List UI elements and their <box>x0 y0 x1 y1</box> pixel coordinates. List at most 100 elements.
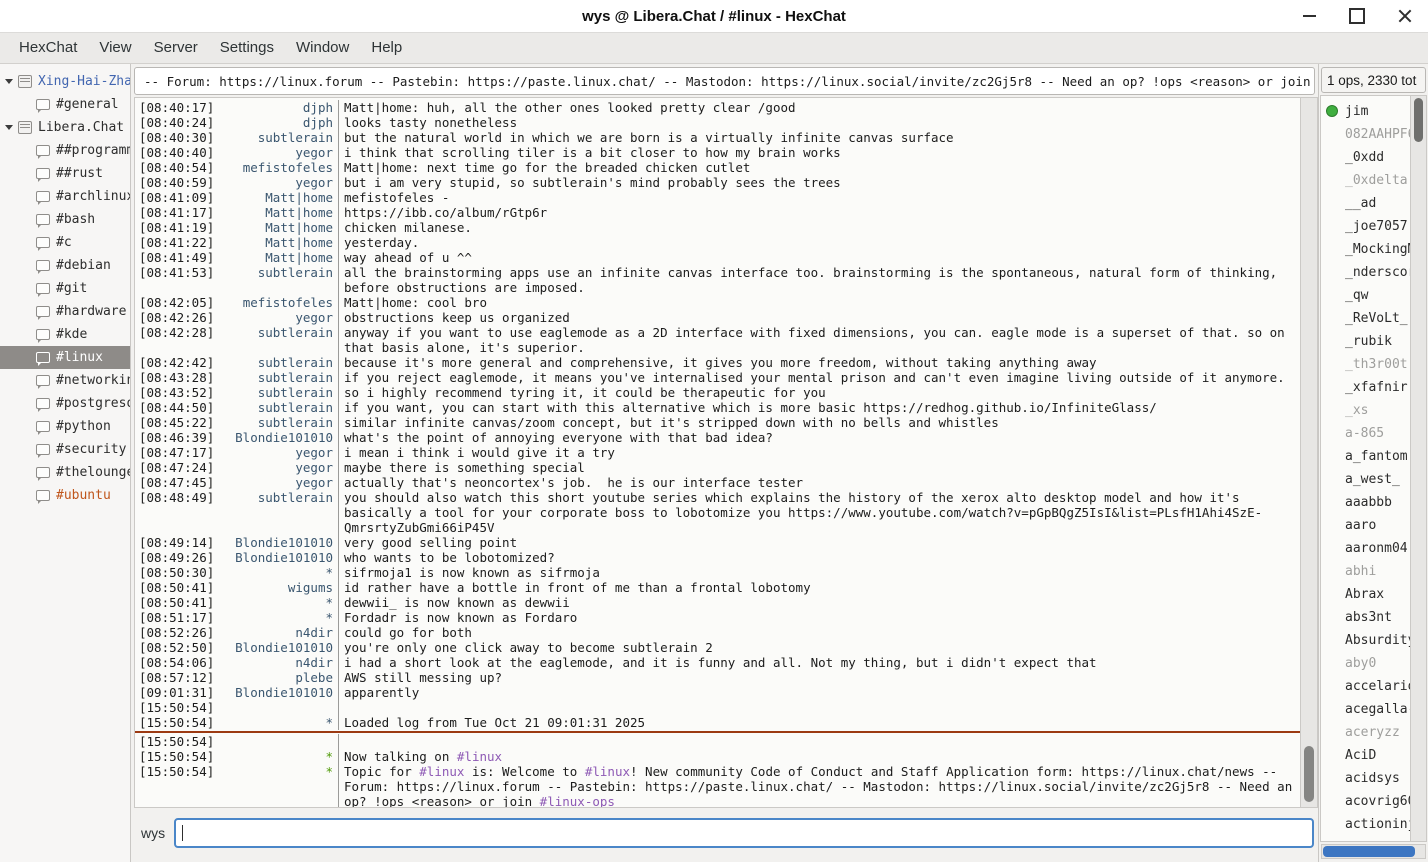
userlist-item[interactable]: jim <box>1321 100 1410 123</box>
sidebar-item-Xing-Hai-Zhan[interactable]: Xing-Hai-Zhan <box>0 70 130 93</box>
sidebar-item-postgresql[interactable]: #postgresql <box>0 392 130 415</box>
userlist-item[interactable]: _xs <box>1321 399 1410 422</box>
userlist-item[interactable]: _th3r00t <box>1321 353 1410 376</box>
userlist-item[interactable]: AciD <box>1321 744 1410 767</box>
sidebar-item-c[interactable]: #c <box>0 231 130 254</box>
userlist-item[interactable]: Absurdity <box>1321 629 1410 652</box>
chat-nick: yegor <box>295 445 333 460</box>
userlist-item[interactable]: abs3nt <box>1321 606 1410 629</box>
userlist-item[interactable]: a-865 <box>1321 422 1410 445</box>
chat-timestamp: [15:50:54] <box>139 764 214 808</box>
message-input[interactable] <box>183 825 1306 842</box>
chat-timestamp: [08:42:28] <box>139 325 214 355</box>
userlist-hscrollbar-thumb[interactable] <box>1323 846 1415 857</box>
user-list: jim082AAHPF6_0xdd_0xdelta__ad_joe7057_Mo… <box>1320 95 1411 842</box>
userlist-item[interactable]: a_west_ <box>1321 468 1410 491</box>
userlist-item[interactable]: _ReVoLt_ <box>1321 307 1410 330</box>
userlist-item[interactable]: _MockingM <box>1321 238 1410 261</box>
chat-timestamp: [08:49:14] <box>139 535 214 550</box>
channel-icon <box>36 191 50 202</box>
sidebar-item-thelounge[interactable]: #thelounge <box>0 461 130 484</box>
userlist-item[interactable]: __ad <box>1321 192 1410 215</box>
chat-row-meta: [08:54:06]n4dir <box>135 655 338 670</box>
sidebar-item-general[interactable]: #general <box>0 93 130 116</box>
topic-bar[interactable]: -- Forum: https://linux.forum -- Pastebi… <box>134 67 1315 95</box>
minimize-button[interactable] <box>1296 3 1322 29</box>
menu-bar: HexChatViewServerSettingsWindowHelp <box>0 32 1428 64</box>
userlist-item[interactable]: _0xdd <box>1321 146 1410 169</box>
chat-row-meta: [08:47:17]yegor <box>135 445 338 460</box>
sidebar-item-debian[interactable]: #debian <box>0 254 130 277</box>
sidebar-item-security[interactable]: #security <box>0 438 130 461</box>
input-row: wys <box>131 808 1318 862</box>
sidebar-item-label: #networking <box>56 373 130 388</box>
chat-row-meta: [08:40:17]djph <box>135 100 338 115</box>
sidebar-item-archlinux[interactable]: #archlinux <box>0 185 130 208</box>
userlist-item[interactable]: aaabbb <box>1321 491 1410 514</box>
chat-message: mefistofeles - <box>338 190 1298 205</box>
menu-hexchat[interactable]: HexChat <box>8 34 88 62</box>
menu-window[interactable]: Window <box>285 34 360 62</box>
userlist-item[interactable]: actioninj <box>1321 813 1410 836</box>
expander-icon[interactable] <box>5 125 13 130</box>
chat-row-meta: [08:41:09]Matt|home <box>135 190 338 205</box>
userlist-item[interactable]: 082AAHPF6 <box>1321 123 1410 146</box>
window-title: wys @ Libera.Chat / #linux - HexChat <box>582 8 846 25</box>
chat-timestamp: [08:50:41] <box>139 580 214 595</box>
sidebar-item-python[interactable]: #python <box>0 415 130 438</box>
userlist-item[interactable]: _0xdelta <box>1321 169 1410 192</box>
sidebar-item-hardware[interactable]: #hardware <box>0 300 130 323</box>
sidebar-item-linux[interactable]: #linux <box>0 346 130 369</box>
chat-row-meta: [08:40:30]subtlerain <box>135 130 338 145</box>
menu-view[interactable]: View <box>88 34 142 62</box>
chat-row: [08:49:26]Blondie101010who wants to be l… <box>135 550 1300 565</box>
userlist-item[interactable]: aaro <box>1321 514 1410 537</box>
sidebar-item-ubuntu[interactable]: #ubuntu <box>0 484 130 507</box>
userlist-item[interactable]: _xfafnir <box>1321 376 1410 399</box>
userlist-scrollbar[interactable] <box>1411 95 1427 842</box>
userlist-item[interactable]: aaronm04 <box>1321 537 1410 560</box>
sidebar-item-label: #kde <box>56 327 87 342</box>
userlist-item[interactable]: a_fantom <box>1321 445 1410 468</box>
sidebar-item-rust[interactable]: ##rust <box>0 162 130 185</box>
userlist-item[interactable]: abhi <box>1321 560 1410 583</box>
userlist-item[interactable]: acidsys <box>1321 767 1410 790</box>
menu-help[interactable]: Help <box>360 34 413 62</box>
sidebar-item-git[interactable]: #git <box>0 277 130 300</box>
userlist-item[interactable]: aceryzz <box>1321 721 1410 744</box>
menu-server[interactable]: Server <box>143 34 209 62</box>
chat-timestamp: [08:47:45] <box>139 475 214 490</box>
userlist-scrollbar-thumb[interactable] <box>1414 98 1423 142</box>
message-input-box[interactable] <box>174 818 1314 848</box>
sidebar-item-networking[interactable]: #networking <box>0 369 130 392</box>
chat-row-meta: [08:57:12]plebe <box>135 670 338 685</box>
channel-icon <box>36 237 50 248</box>
userlist-item[interactable]: _rubik <box>1321 330 1410 353</box>
userlist-item[interactable]: acovrig60 <box>1321 790 1410 813</box>
userlist-nick: aby0 <box>1345 656 1376 671</box>
expander-icon[interactable] <box>5 79 13 84</box>
chat-row-meta: [08:43:28]subtlerain <box>135 370 338 385</box>
userlist-item[interactable]: acegalla- <box>1321 698 1410 721</box>
userlist-hscrollbar[interactable] <box>1321 844 1426 859</box>
close-button[interactable] <box>1392 3 1418 29</box>
chat-nick: Blondie101010 <box>235 640 333 655</box>
userlist-item[interactable]: Abrax <box>1321 583 1410 606</box>
userlist-item[interactable]: aby0 <box>1321 652 1410 675</box>
chat-row: [08:42:42]subtlerainbecause it's more ge… <box>135 355 1300 370</box>
sidebar-item-bash[interactable]: #bash <box>0 208 130 231</box>
userlist-item[interactable]: _qw <box>1321 284 1410 307</box>
chat-row: [08:43:52]subtlerainso i highly recommen… <box>135 385 1300 400</box>
menu-settings[interactable]: Settings <box>209 34 285 62</box>
channel-icon <box>36 260 50 271</box>
userlist-item[interactable]: _nderscor <box>1321 261 1410 284</box>
sidebar-item-kde[interactable]: #kde <box>0 323 130 346</box>
chat-scrollbar[interactable] <box>1301 97 1318 808</box>
userlist-item[interactable]: _joe7057 <box>1321 215 1410 238</box>
userlist-item[interactable]: accelario <box>1321 675 1410 698</box>
chat-timestamp: [08:57:12] <box>139 670 214 685</box>
sidebar-item-Libera.Chat[interactable]: Libera.Chat <box>0 116 130 139</box>
chat-scrollbar-thumb[interactable] <box>1304 746 1314 802</box>
maximize-button[interactable] <box>1344 3 1370 29</box>
sidebar-item-programmi[interactable]: ##programmi <box>0 139 130 162</box>
